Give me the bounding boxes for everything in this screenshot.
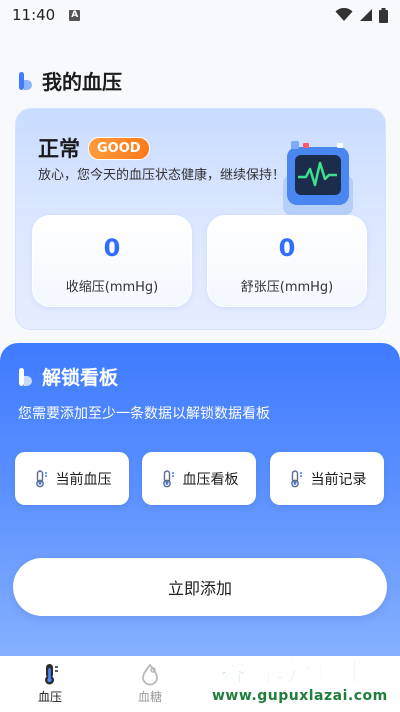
battery-icon <box>379 7 388 23</box>
chip-label: 当前血压 <box>55 471 112 488</box>
status-label: 正常 <box>38 137 80 161</box>
watermark: 谷普软件园 www.gupuxlazai.com <box>212 652 398 710</box>
diastolic-value: 0 <box>278 234 296 262</box>
blood-pressure-dashboard-button[interactable]: 血压看板 <box>142 452 256 505</box>
add-now-button[interactable]: 立即添加 <box>13 558 387 616</box>
status-time: 11:40 <box>12 6 56 24</box>
title-accent-icon <box>18 366 34 388</box>
current-records-button[interactable]: 当前记录 <box>270 452 384 505</box>
status-description: 放心，您今天的血压状态健康，继续保持！ <box>38 168 286 183</box>
current-blood-pressure-button[interactable]: 当前血压 <box>15 452 129 505</box>
watermark-url: www.gupuxlazai.com <box>212 688 388 704</box>
page-title: 我的血压 <box>42 70 122 94</box>
tab-blood-sugar[interactable]: 血糖 <box>120 662 180 705</box>
chip-label: 当前记录 <box>310 471 367 488</box>
blood-pressure-status-card: 正常 GOOD 放心，您今天的血压状态健康，继续保持！ 0 收缩压(mmHg) … <box>15 108 386 330</box>
tab-label: 血压 <box>37 690 62 704</box>
app-screen: 11:40 A 我的血压 正常 GOOD 放心，您今天的血压状态健康，继续保持！ <box>0 0 400 712</box>
systolic-value: 0 <box>103 234 121 262</box>
heart-monitor-icon <box>283 141 353 215</box>
chip-label: 血压看板 <box>182 471 239 488</box>
diastolic-label: 舒张压(mmHg) <box>240 280 334 295</box>
unlock-title-row: 解锁看板 <box>18 363 118 390</box>
wifi-icon <box>335 8 353 21</box>
thermometer-icon <box>162 469 174 487</box>
add-now-label: 立即添加 <box>167 579 232 598</box>
thermometer-icon <box>290 469 302 487</box>
status-head: 正常 GOOD <box>38 133 150 163</box>
tab-blood-pressure[interactable]: 血压 <box>20 662 80 705</box>
diastolic-value-box: 0 舒张压(mmHg) <box>207 215 367 307</box>
title-accent-icon <box>18 70 34 92</box>
notification-icon: A <box>69 9 81 21</box>
unlock-description: 您需要添加至少一条数据以解锁数据看板 <box>18 406 270 422</box>
watermark-text: 谷普软件园 <box>219 658 361 689</box>
unlock-dashboard-panel: 解锁看板 您需要添加至少一条数据以解锁数据看板 当前血压 血压看板 当前记录 立… <box>0 343 400 656</box>
signal-icon <box>360 9 372 21</box>
thermometer-icon <box>45 664 58 685</box>
tab-label: 血糖 <box>137 690 162 704</box>
unlock-title: 解锁看板 <box>42 367 119 389</box>
status-indicators <box>335 7 388 23</box>
systolic-value-box: 0 收缩压(mmHg) <box>32 215 192 307</box>
status-badge: GOOD <box>88 136 150 160</box>
page-title-row: 我的血压 <box>18 66 122 95</box>
blood-drop-icon <box>142 663 158 686</box>
status-bar: 11:40 A <box>0 0 400 30</box>
systolic-label: 收缩压(mmHg) <box>65 280 159 295</box>
thermometer-icon <box>35 469 47 487</box>
